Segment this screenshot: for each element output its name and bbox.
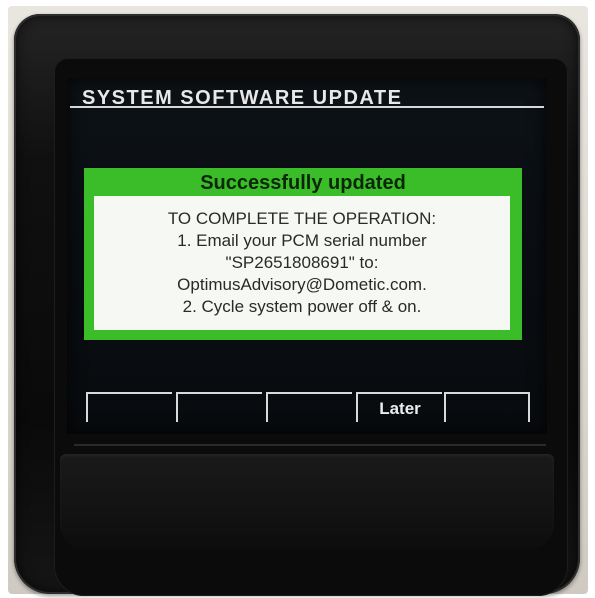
dialog-body: TO COMPLETE THE OPERATION: 1. Email your… <box>94 196 510 330</box>
softkey-3[interactable] <box>266 392 352 422</box>
update-success-dialog: Successfully updated TO COMPLETE THE OPE… <box>84 168 522 340</box>
softkey-later-button[interactable]: Later <box>356 392 442 422</box>
dialog-line-email-step: 1. Email your PCM serial number <box>177 231 427 250</box>
softkey-bar: Later <box>86 392 534 424</box>
softkey-1[interactable] <box>86 392 172 422</box>
screen-bottom-divider <box>74 444 546 446</box>
bezel-chin <box>60 454 554 550</box>
dialog-line-instruction: TO COMPLETE THE OPERATION: <box>167 209 437 228</box>
softkey-2[interactable] <box>176 392 262 422</box>
dialog-line-power-cycle: 2. Cycle system power off & on. <box>182 297 422 316</box>
dialog-line-serial: "SP2651808691" to: <box>225 253 379 272</box>
dialog-line-email-address: OptimusAdvisory@Dometic.com. <box>177 275 427 294</box>
softkey-5[interactable] <box>444 392 530 422</box>
dialog-header: Successfully updated <box>200 172 406 194</box>
title-divider <box>70 106 544 108</box>
